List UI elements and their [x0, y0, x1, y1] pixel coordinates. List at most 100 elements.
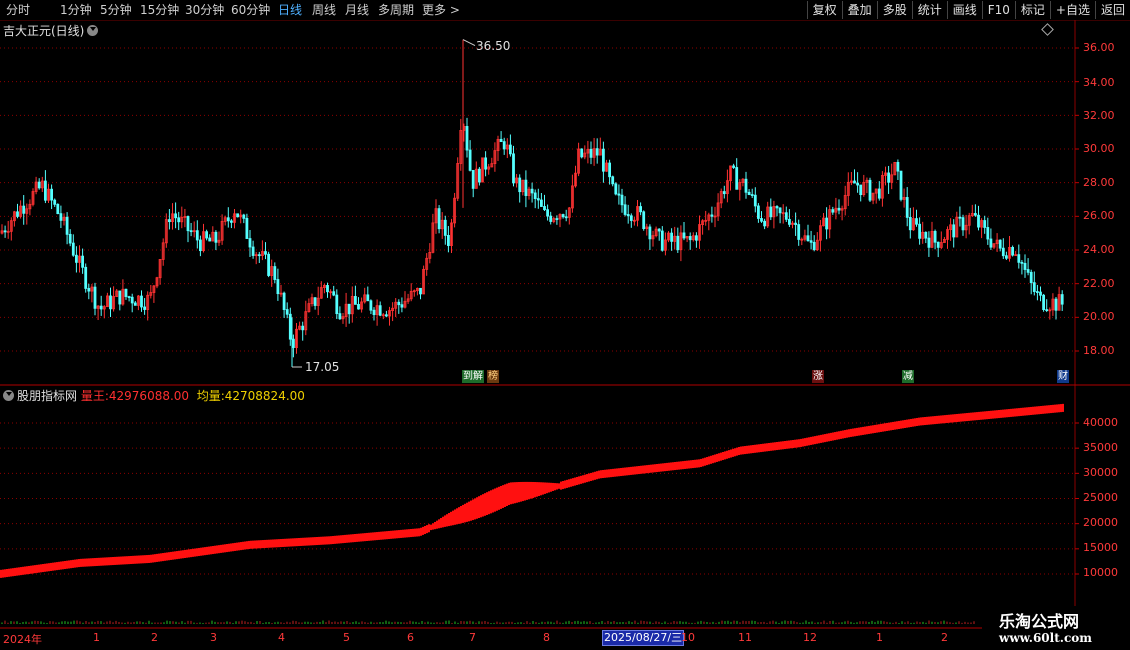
x-axis-label: 6: [407, 631, 414, 644]
event-marker[interactable]: 减: [902, 370, 914, 383]
candle-body: [499, 138, 503, 143]
candle-body: [722, 191, 726, 195]
candle-body: [744, 178, 748, 193]
candle-body: [775, 206, 779, 209]
series1-label: 量王:: [80, 389, 109, 403]
indicator-title[interactable]: 股朋指标网 量王:42976088.00 均量:42708824.00: [3, 387, 305, 404]
candle-body: [629, 215, 633, 221]
candle-body: [794, 222, 797, 225]
candle-body: [1042, 294, 1045, 310]
candle-body: [887, 172, 890, 183]
x-axis-label: 10: [681, 631, 695, 644]
candle-body: [400, 304, 404, 308]
dropdown-circle-icon[interactable]: [87, 25, 99, 36]
candle-body: [1026, 269, 1030, 273]
candle-body: [16, 211, 19, 217]
candle-body: [763, 220, 766, 227]
candle-body: [589, 148, 593, 158]
candle-body: [608, 162, 611, 178]
candle-body: [195, 230, 199, 241]
candle-body: [580, 148, 584, 158]
candle-body: [446, 235, 450, 246]
candle-body: [369, 300, 373, 311]
price-tick: 28.00: [1083, 176, 1115, 189]
candle-body: [533, 192, 537, 199]
candle-body: [50, 188, 53, 201]
candle-body: [248, 238, 252, 248]
low-price-label: 17.05: [305, 360, 340, 374]
candle-body: [326, 285, 329, 293]
candle-body: [332, 291, 336, 296]
candle-body: [437, 208, 441, 230]
event-marker[interactable]: 榜: [487, 370, 499, 383]
x-axis-label: 2: [941, 631, 948, 644]
stock-title: 吉大正元(日线): [3, 24, 85, 38]
candle-body: [1036, 291, 1039, 293]
candle-body: [853, 180, 856, 184]
candle-body: [626, 214, 630, 217]
event-marker[interactable]: 涨: [812, 370, 824, 383]
indicator-tick: 15000: [1083, 541, 1118, 554]
candle-body: [468, 149, 472, 171]
dropdown-circle-icon[interactable]: [3, 390, 14, 401]
candle-body: [688, 236, 692, 241]
x-axis-label: 2024年: [3, 633, 42, 646]
candle-body: [856, 182, 859, 186]
candle-body: [59, 213, 63, 221]
candle-body: [189, 230, 193, 233]
candle-body: [1045, 309, 1049, 311]
event-marker[interactable]: 财: [1057, 370, 1069, 383]
candle-body: [276, 279, 280, 295]
indicator-tick: 30000: [1083, 466, 1118, 479]
candle-body: [347, 303, 351, 315]
candle-body: [71, 242, 75, 256]
candle-body: [784, 212, 788, 220]
candle-body: [87, 288, 91, 292]
high-price-label: 36.50: [476, 39, 511, 53]
candle-body: [214, 231, 218, 243]
x-axis-label: 8: [543, 631, 550, 644]
main-chart-title[interactable]: 吉大正元(日线): [3, 22, 99, 39]
candle-body: [899, 170, 903, 200]
x-axis-label: 3: [210, 631, 217, 644]
candle-body: [961, 217, 965, 231]
candle-body: [732, 165, 735, 168]
candle-body: [245, 217, 249, 239]
candle-body: [623, 204, 627, 215]
candle-body: [710, 214, 714, 217]
candle-body: [37, 181, 41, 189]
candle-body: [540, 199, 543, 207]
selected-date-box[interactable]: 2025/08/27/三: [602, 630, 685, 646]
candle-body: [313, 297, 317, 306]
candle-body: [68, 233, 72, 244]
price-tick: 26.00: [1083, 209, 1115, 222]
candle-body: [896, 161, 900, 172]
candle-body: [905, 197, 909, 218]
candle-body: [267, 253, 271, 276]
candle-body: [983, 220, 987, 228]
x-axis-label: 5: [343, 631, 350, 644]
event-marker[interactable]: 到解: [462, 370, 484, 383]
candle-body: [177, 217, 181, 223]
indicator-tick: 10000: [1083, 566, 1118, 579]
candle-body: [143, 306, 147, 310]
candle-body: [602, 148, 605, 172]
watermark-line1: 乐淘公式网: [999, 612, 1080, 631]
kline-chart[interactable]: [0, 0, 1130, 650]
x-axis-label: 1: [93, 631, 100, 644]
indicator-tick: 25000: [1083, 491, 1118, 504]
x-axis-label: 11: [738, 631, 752, 644]
candle-body: [564, 216, 568, 219]
candle-body: [536, 198, 540, 201]
watermark: 乐淘公式网 www.60lt.com: [982, 606, 1130, 650]
candle-body: [676, 235, 680, 251]
candle-body: [84, 266, 88, 289]
candle-body: [109, 295, 112, 310]
candle-body: [778, 207, 782, 214]
candle-body: [56, 203, 60, 215]
indicator-tick: 35000: [1083, 441, 1118, 454]
candle-body: [273, 266, 277, 280]
candle-body: [484, 157, 488, 170]
candle-body: [660, 230, 664, 251]
x-axis-label: 7: [469, 631, 476, 644]
